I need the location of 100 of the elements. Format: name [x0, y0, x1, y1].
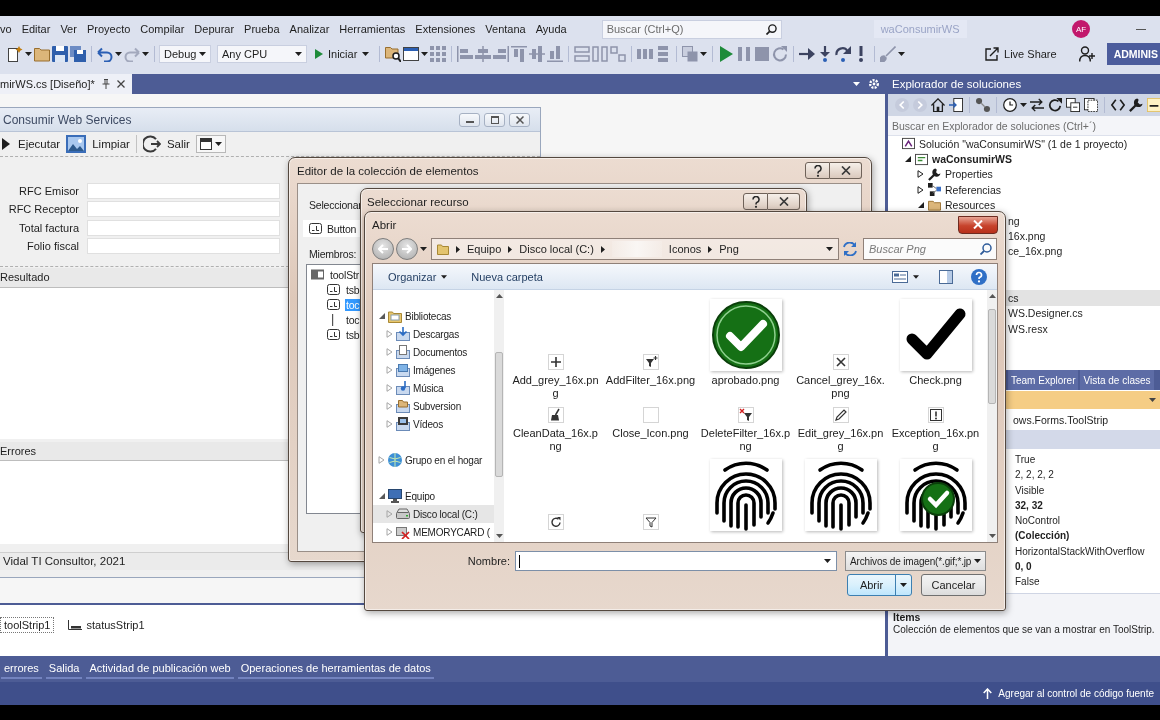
- chevron-icon[interactable]: [456, 245, 460, 253]
- navigation-item[interactable]: Vídeos: [373, 415, 494, 433]
- switch-views-icon[interactable]: [949, 98, 963, 112]
- open-button[interactable]: Abrir: [847, 574, 912, 596]
- menu-item[interactable]: Proyecto: [81, 23, 136, 35]
- toolbar-button[interactable]: Salir: [142, 135, 190, 153]
- tool-tab[interactable]: errores: [1, 659, 42, 679]
- input-field[interactable]: [87, 219, 280, 236]
- maximize-button[interactable]: [484, 112, 505, 127]
- tree-item[interactable]: waConsumirWS: [888, 151, 1160, 167]
- tree-item[interactable]: Referencias: [888, 182, 1160, 198]
- menu-item[interactable]: Ventana: [480, 23, 531, 35]
- start-button[interactable]: Iniciar: [313, 48, 372, 60]
- toolbar-button[interactable]: Limpiar: [66, 135, 130, 153]
- arrow-right-icon[interactable]: [799, 46, 816, 62]
- caret-icon[interactable]: [700, 52, 708, 56]
- menu-item[interactable]: Extensiones: [410, 23, 481, 35]
- navigation-item[interactable]: Música: [373, 379, 494, 397]
- close-button[interactable]: [830, 162, 862, 179]
- input-field[interactable]: [87, 237, 280, 254]
- breadcrumb[interactable]: Equipo: [467, 243, 502, 255]
- caret-icon[interactable]: [421, 52, 429, 56]
- input-field[interactable]: [87, 201, 280, 218]
- menu-item[interactable]: Ayuda: [530, 23, 572, 35]
- minimize-icon[interactable]: [1136, 28, 1146, 30]
- command-button[interactable]: Nueva carpeta: [471, 270, 543, 283]
- pin-icon[interactable]: [101, 79, 110, 89]
- breadcrumb[interactable]: Iconos: [668, 243, 702, 255]
- file-item[interactable]: Close_Icon.png: [603, 406, 698, 455]
- menu-item[interactable]: Depurar: [189, 23, 240, 35]
- caret-icon[interactable]: [362, 52, 370, 56]
- menu-item[interactable]: Editar: [16, 23, 56, 35]
- component-tray-item[interactable]: statusStrip1: [64, 617, 149, 633]
- document-tab[interactable]: mirWS.cs [Diseño]*: [0, 74, 132, 94]
- navigation-item[interactable]: MEMORYCARD (: [373, 523, 494, 541]
- command-button[interactable]: Organizar: [388, 270, 448, 283]
- new-item-icon[interactable]: [7, 46, 23, 62]
- tree-item[interactable]: Properties: [888, 166, 1160, 183]
- chevron-icon[interactable]: [508, 245, 513, 253]
- expanded-arrow-icon[interactable]: [904, 155, 911, 164]
- navigation-item[interactable]: Documentos: [373, 343, 494, 361]
- caret-icon[interactable]: [214, 142, 222, 146]
- tool-tab[interactable]: Salida: [45, 659, 83, 679]
- file-item[interactable]: Cancel_grey_16x.png: [793, 299, 888, 402]
- close-button[interactable]: [768, 193, 800, 210]
- configuration-dropdown[interactable]: Debug: [159, 45, 211, 63]
- tool-tab[interactable]: Operaciones de herramientas de datos: [237, 659, 434, 679]
- platform-dropdown[interactable]: Any CPU: [217, 45, 307, 63]
- caret-icon[interactable]: [420, 247, 427, 251]
- person-icon[interactable]: [1078, 46, 1095, 62]
- close-button[interactable]: [509, 112, 530, 127]
- input-field[interactable]: [87, 183, 280, 199]
- expanded-arrow-icon[interactable]: [378, 492, 385, 500]
- tool-tab[interactable]: Actividad de publicación web: [86, 659, 234, 679]
- panel-tab[interactable]: Team Explorer: [1008, 370, 1079, 390]
- caret-icon[interactable]: [824, 559, 831, 563]
- file-item[interactable]: AddFilter_16x.png: [603, 299, 698, 402]
- navigation-item[interactable]: Grupo en el hogar: [373, 451, 494, 469]
- breadcrumb[interactable]: Disco local (C:): [519, 243, 594, 255]
- collapse-all-icon[interactable]: [1066, 98, 1080, 112]
- breadcrumb[interactable]: Png: [719, 243, 739, 255]
- chevron-icon[interactable]: [708, 245, 713, 253]
- search-icon[interactable]: [765, 23, 777, 35]
- close-button[interactable]: [958, 215, 998, 234]
- help-button[interactable]: [805, 162, 830, 179]
- navigation-item[interactable]: Subversion: [373, 397, 494, 415]
- file-type-dropdown[interactable]: Archivos de imagen(*.gif;*.jp: [845, 551, 986, 571]
- address-bar[interactable]: Equipo Disco local (C:) Iconos Png: [431, 238, 839, 260]
- live-share-button[interactable]: Live Share: [985, 47, 1057, 61]
- expanded-arrow-icon[interactable]: [917, 201, 924, 210]
- preview-pane-icon[interactable]: [939, 269, 953, 284]
- menu-item[interactable]: Ver: [55, 23, 82, 35]
- play-icon[interactable]: [718, 46, 735, 62]
- home-icon[interactable]: [931, 98, 945, 112]
- scrollbar[interactable]: [494, 290, 504, 542]
- navigation-item[interactable]: Equipo: [373, 487, 494, 505]
- caret-icon[interactable]: [826, 247, 833, 251]
- caret-icon[interactable]: [1149, 398, 1156, 402]
- preview-icon[interactable]: [1147, 98, 1160, 112]
- upload-arrow-icon[interactable]: [983, 688, 993, 699]
- caret-icon[interactable]: [295, 52, 302, 56]
- caret-icon[interactable]: [441, 274, 448, 279]
- scrollbar[interactable]: [987, 290, 997, 542]
- restart-icon[interactable]: [772, 46, 789, 62]
- caret-icon[interactable]: [115, 52, 122, 56]
- window-icon[interactable]: [403, 46, 420, 62]
- file-item[interactable]: Add_grey_16x.png: [508, 299, 603, 402]
- save-all-icon[interactable]: [70, 46, 86, 62]
- member-item[interactable]: tsb: [307, 327, 361, 342]
- user-avatar[interactable]: AF: [1072, 20, 1090, 38]
- scrollbar-thumb[interactable]: [495, 352, 503, 477]
- member-item[interactable]: toc: [307, 312, 361, 327]
- caret-icon[interactable]: [1020, 103, 1027, 107]
- caret-icon[interactable]: [900, 583, 907, 587]
- step-over-icon[interactable]: [835, 46, 852, 62]
- cancel-button[interactable]: Cancelar: [921, 574, 986, 596]
- wrench-icon[interactable]: [1129, 98, 1143, 112]
- navigation-item[interactable]: Disco local (C:): [373, 505, 494, 523]
- caret-icon[interactable]: [199, 52, 206, 56]
- back-button[interactable]: [372, 238, 394, 260]
